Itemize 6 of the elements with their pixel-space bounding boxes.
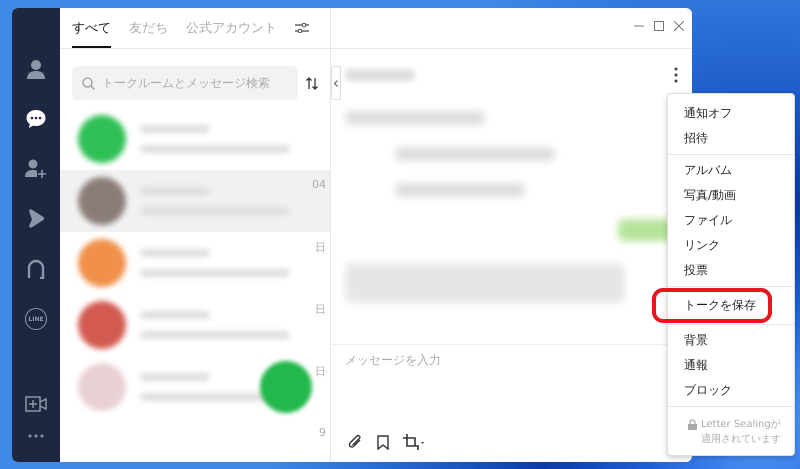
encryption-notice: Letter Sealingが 適用されています bbox=[701, 418, 781, 447]
chat-date: 9 bbox=[319, 426, 326, 439]
chat-date: 日 bbox=[315, 240, 326, 255]
chat-date: 日 bbox=[315, 302, 326, 317]
chat-date: 04 bbox=[312, 178, 326, 191]
chat-date: 日 bbox=[315, 364, 326, 379]
